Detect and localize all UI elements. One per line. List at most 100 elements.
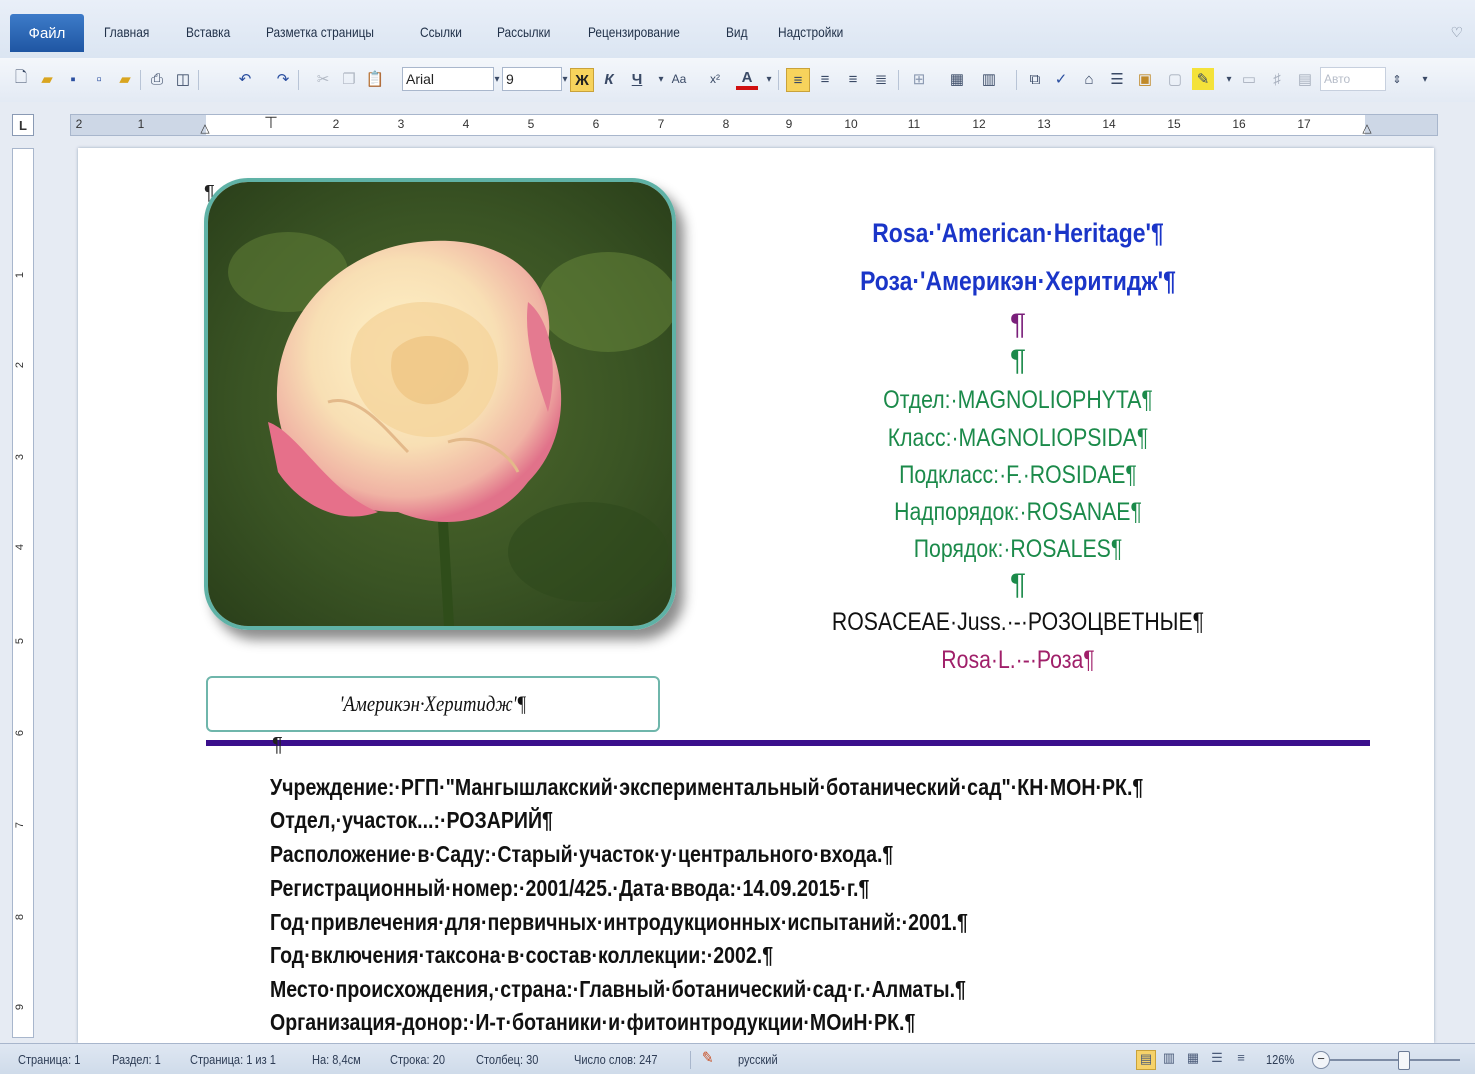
rose-photo[interactable] xyxy=(204,178,676,630)
title-latin: Rosa·'American·Heritage'¶ xyxy=(872,218,1164,248)
ruler-number: 6 xyxy=(592,117,600,131)
research-icon[interactable]: ⌂ xyxy=(1078,68,1100,90)
ruler-number: 5 xyxy=(14,637,27,645)
ruler-number: 9 xyxy=(14,1003,27,1011)
horizontal-ruler[interactable]: 2 1 ⊤ △ 2 3 4 5 6 7 8 9 10 11 12 13 14 1… xyxy=(70,114,1438,136)
status-separator xyxy=(690,1051,691,1069)
italic-button[interactable]: К xyxy=(598,68,620,90)
tab-addins[interactable]: Надстройки xyxy=(778,24,843,40)
status-language[interactable]: русский xyxy=(738,1052,778,1067)
open-folder-icon[interactable]: ▰ xyxy=(36,68,58,90)
highlight-dropdown-icon[interactable]: ▾ xyxy=(1218,68,1240,90)
save-as-icon[interactable]: ▫ xyxy=(88,68,110,90)
right-indent-icon[interactable]: △ xyxy=(1362,121,1371,135)
ruler-number: 5 xyxy=(527,117,535,131)
print-icon[interactable]: ⎙ xyxy=(146,68,168,90)
status-section[interactable]: Раздел: 1 xyxy=(112,1052,161,1067)
taxonomy-order: Порядок:·ROSALES¶ xyxy=(913,535,1123,563)
caption-textbox[interactable]: 'Америкэн·Херитидж'¶ xyxy=(206,676,660,732)
taxonomy-class: Класс:·MAGNOLIOPSIDA¶ xyxy=(887,424,1149,452)
first-line-indent-icon[interactable]: ⊤ xyxy=(264,113,278,133)
ribbon-minimize-icon[interactable]: ♡ xyxy=(1450,24,1463,41)
tab-view[interactable]: Вид xyxy=(726,24,748,40)
undo-icon[interactable]: ↶ xyxy=(234,68,256,90)
folder-icon[interactable]: ▰ xyxy=(114,68,136,90)
grid-icon[interactable]: ♯ xyxy=(1266,68,1288,90)
tab-stop-selector[interactable]: L xyxy=(12,114,34,136)
font-color-button[interactable]: A xyxy=(736,68,758,90)
document-page[interactable]: ¶ Rosa·'American·Heritage'¶ Роза·'Америк… xyxy=(78,148,1434,1043)
toolbar-separator xyxy=(898,70,899,90)
align-right-icon[interactable]: ≡ xyxy=(842,68,864,90)
zoom-slider-track[interactable] xyxy=(1330,1059,1460,1061)
table-icon[interactable]: ⊞ xyxy=(908,68,930,90)
tab-page-layout[interactable]: Разметка страницы xyxy=(266,24,374,40)
outline-view-icon[interactable]: ☰ xyxy=(1208,1050,1226,1068)
status-column[interactable]: Столбец: 30 xyxy=(476,1052,538,1067)
change-case-icon[interactable]: Aa xyxy=(668,68,690,90)
spin-icon[interactable]: ⇕ xyxy=(1386,68,1408,90)
format-painter-icon[interactable]: ⧉ xyxy=(1024,68,1046,90)
redo-icon[interactable]: ↷ xyxy=(272,68,294,90)
zoom-slider-thumb[interactable] xyxy=(1398,1051,1410,1070)
toolbar-options-icon[interactable]: ▾ xyxy=(1414,68,1436,90)
status-position[interactable]: На: 8,4см xyxy=(312,1052,361,1067)
align-center-icon[interactable]: ≡ xyxy=(814,68,836,90)
ruler-number: 1 xyxy=(14,271,27,279)
ruler-number: 4 xyxy=(14,543,27,551)
web-view-icon[interactable]: ▦ xyxy=(1184,1050,1202,1068)
insert-picture-icon[interactable]: ▦ xyxy=(946,68,968,90)
zoom-out-button[interactable]: − xyxy=(1312,1051,1330,1069)
print-preview-icon[interactable]: ◫ xyxy=(172,68,194,90)
align-left-button[interactable]: ≡ xyxy=(786,68,810,92)
save-icon[interactable]: ▪ xyxy=(62,68,84,90)
ruler-number: 6 xyxy=(14,729,27,737)
superscript-icon[interactable]: x² xyxy=(704,68,726,90)
document-map-icon[interactable]: ☰ xyxy=(1106,68,1128,90)
left-indent-icon[interactable]: △ xyxy=(200,121,209,135)
toolbar-separator xyxy=(198,70,199,90)
ruler-number: 17 xyxy=(1297,117,1311,131)
full-screen-view-icon[interactable]: ▥ xyxy=(1160,1050,1178,1068)
info-origin: Место·происхождения,·страна:·Главный·бот… xyxy=(270,976,966,1002)
ruler-number: 3 xyxy=(397,117,405,131)
bold-button[interactable]: Ж xyxy=(570,68,594,92)
print-layout-view-icon[interactable]: ▤ xyxy=(1136,1050,1156,1070)
paste-icon[interactable]: 📋 xyxy=(364,68,386,90)
font-name-select[interactable]: Arial xyxy=(402,67,494,91)
vertical-ruler[interactable]: 1 2 3 4 5 6 7 8 9 xyxy=(12,148,34,1038)
picture-icon[interactable]: ▣ xyxy=(1134,68,1156,90)
status-page[interactable]: Страница: 1 xyxy=(18,1052,80,1067)
justify-icon[interactable]: ≣ xyxy=(870,68,892,90)
status-line[interactable]: Строка: 20 xyxy=(390,1052,445,1067)
status-word-count[interactable]: Число слов: 247 xyxy=(574,1052,658,1067)
status-page-count[interactable]: Страница: 1 из 1 xyxy=(190,1052,276,1067)
highlight-icon[interactable]: ✎ xyxy=(1192,68,1214,90)
columns-icon[interactable]: ▥ xyxy=(978,68,1000,90)
tab-references[interactable]: Ссылки xyxy=(420,24,462,40)
copy-icon[interactable]: ❐ xyxy=(338,68,360,90)
zoom-level[interactable]: 126% xyxy=(1266,1052,1294,1067)
family-line: ROSACEAE·Juss.·-·РОЗОЦВЕТНЫЕ¶ xyxy=(831,608,1205,636)
shading-icon[interactable]: ▤ xyxy=(1294,68,1316,90)
tab-mailings[interactable]: Рассылки xyxy=(497,24,550,40)
tab-file[interactable]: Файл xyxy=(10,14,84,52)
new-document-icon[interactable]: 🗋 xyxy=(10,68,32,90)
toolbar-separator xyxy=(778,70,779,90)
tab-review[interactable]: Рецензирование xyxy=(588,24,680,40)
ruler-right-margin xyxy=(1365,115,1437,135)
empty-paragraph: ¶ xyxy=(1009,308,1027,341)
tab-home[interactable]: Главная xyxy=(104,24,149,40)
color-select[interactable]: Авто xyxy=(1320,67,1386,91)
frame-icon[interactable]: ▢ xyxy=(1164,68,1186,90)
spelling-status-icon[interactable]: ✎ xyxy=(702,1048,713,1068)
font-color-dropdown-icon[interactable]: ▾ xyxy=(758,68,780,90)
cut-icon[interactable]: ✂ xyxy=(312,68,334,90)
underline-button[interactable]: Ч xyxy=(626,68,648,90)
tab-insert[interactable]: Вставка xyxy=(186,24,230,40)
draft-view-icon[interactable]: ≡ xyxy=(1232,1050,1250,1068)
border-icon[interactable]: ▭ xyxy=(1238,68,1260,90)
info-donor: Организация-донор:·И-т·ботаники·и·фитоин… xyxy=(270,1009,916,1035)
spelling-icon[interactable]: ✓ xyxy=(1050,68,1072,90)
font-size-select[interactable]: 9 xyxy=(502,67,562,91)
